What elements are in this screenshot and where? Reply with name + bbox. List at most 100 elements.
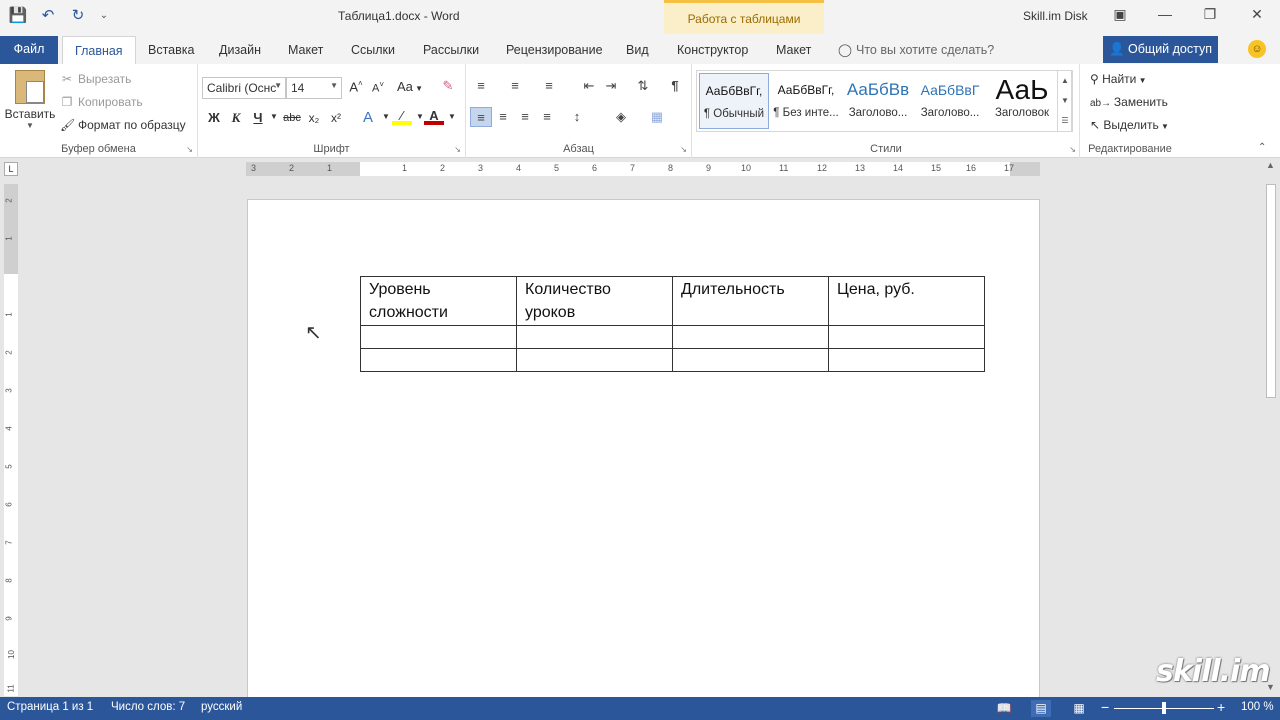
vertical-scrollbar[interactable]: ▲ ▼ — [1262, 158, 1280, 696]
word-count[interactable]: Число слов: 7 — [111, 701, 185, 713]
ruler-number: 11 — [6, 684, 16, 693]
font-name-select[interactable]: Calibri (Оснс ▼ — [202, 77, 286, 99]
zoom-level[interactable]: 100 % — [1241, 701, 1274, 713]
web-layout-icon[interactable]: ▦ — [1069, 700, 1089, 717]
change-case-button[interactable]: Aa ▼ — [396, 79, 424, 94]
align-left-icon[interactable]: ≡ — [470, 107, 492, 127]
tab-mailings[interactable]: Рассылки — [421, 38, 481, 64]
table-cell[interactable] — [516, 348, 673, 372]
close-icon[interactable]: ✕ — [1247, 6, 1267, 23]
text-effects-button[interactable]: A — [358, 109, 378, 126]
tab-references[interactable]: Ссылки — [349, 38, 397, 64]
table-cell[interactable] — [828, 325, 985, 349]
font-color-button[interactable]: A — [424, 108, 444, 125]
tab-file[interactable]: Файл — [0, 36, 58, 64]
subscript-button[interactable]: x₂ — [304, 111, 324, 125]
ribbon-display-options-icon[interactable]: ▣ — [1110, 6, 1130, 23]
tab-view[interactable]: Вид — [624, 38, 651, 64]
table-cell[interactable] — [360, 348, 517, 372]
tab-review[interactable]: Рецензирование — [504, 38, 605, 64]
strikethrough-button[interactable]: abc — [282, 112, 302, 124]
table-cell[interactable] — [360, 325, 517, 349]
italic-button[interactable]: К — [226, 110, 246, 126]
grow-font-button[interactable]: A˄ — [346, 79, 366, 94]
table-cell[interactable] — [516, 325, 673, 349]
tab-home[interactable]: Главная — [62, 36, 136, 65]
table-row — [360, 325, 985, 349]
feedback-smiley-icon[interactable]: ☺ — [1248, 40, 1266, 58]
zoom-out-icon[interactable]: − — [1101, 699, 1109, 715]
dialog-launcher-icon[interactable]: ↘ — [186, 145, 193, 154]
styles-group-label: Стили — [870, 143, 902, 155]
scroll-up-icon[interactable]: ▲ — [1266, 160, 1275, 170]
save-icon[interactable]: 💾 — [8, 6, 28, 24]
tab-table-layout[interactable]: Макет — [774, 38, 813, 64]
sort-icon[interactable]: ⇅ — [632, 76, 654, 96]
paintbrush-icon: 🖌 — [60, 118, 76, 132]
align-right-icon[interactable]: ≡ — [514, 107, 536, 127]
share-button[interactable]: 👤 Общий доступ — [1103, 36, 1218, 63]
restore-icon[interactable]: ❐ — [1200, 6, 1220, 23]
undo-icon[interactable]: ↶ — [38, 6, 58, 24]
paste-button[interactable]: Вставить ▼ — [4, 70, 56, 130]
print-layout-icon[interactable]: ▤ — [1031, 700, 1051, 717]
chevron-down-icon[interactable]: ▼ — [264, 112, 284, 121]
dialog-launcher-icon[interactable]: ↘ — [680, 145, 687, 154]
tab-table-design[interactable]: Конструктор — [675, 38, 750, 64]
tab-layout[interactable]: Макет — [286, 38, 325, 64]
scrollbar-thumb[interactable] — [1266, 184, 1276, 398]
vertical-ruler[interactable]: 2 1 1 2 3 4 5 6 7 8 9 10 11 — [4, 184, 18, 696]
align-center-icon[interactable]: ≡ — [492, 107, 514, 127]
table-cell[interactable]: Цена, руб. — [828, 276, 985, 326]
dialog-launcher-icon[interactable]: ↘ — [454, 145, 461, 154]
table-cell[interactable] — [672, 348, 829, 372]
zoom-in-icon[interactable]: + — [1217, 699, 1225, 715]
format-painter-button[interactable]: 🖌 Формат по образцу — [60, 118, 186, 132]
language-indicator[interactable]: русский — [201, 701, 242, 713]
borders-icon[interactable]: ▦ — [646, 107, 668, 127]
customize-icon[interactable]: ⌄ — [98, 10, 110, 21]
account-label[interactable]: Skill.im Disk — [1023, 9, 1088, 23]
ruler-number: 7 — [630, 163, 636, 173]
zoom-slider-thumb[interactable] — [1162, 702, 1166, 714]
tell-me-search[interactable]: ◯ Что вы хотите сделать? — [838, 42, 994, 57]
table-cell[interactable]: Уровень сложности — [360, 276, 517, 326]
increase-indent-icon[interactable]: ⇥ — [600, 76, 622, 96]
show-formatting-marks-icon[interactable]: ¶ — [664, 76, 686, 96]
document-table[interactable]: Уровень сложности Количество уроков Длит… — [360, 276, 985, 372]
share-label: Общий доступ — [1128, 42, 1213, 56]
scissors-icon: ✂ — [61, 72, 73, 86]
shading-icon[interactable]: ◈ — [610, 107, 632, 127]
table-cell[interactable]: Длительность — [672, 276, 829, 326]
table-cell[interactable]: Количество уроков — [516, 276, 673, 326]
table-cell[interactable] — [828, 348, 985, 372]
clear-formatting-icon[interactable]: ✎ — [438, 78, 458, 94]
tab-selector-icon[interactable]: L — [4, 162, 18, 176]
font-size-select[interactable]: 14 ▼ — [286, 77, 342, 99]
justify-icon[interactable]: ≡ — [536, 107, 558, 127]
table-cell[interactable] — [672, 325, 829, 349]
numbering-icon[interactable]: ≡ — [504, 76, 526, 96]
read-mode-icon[interactable]: 📖 — [994, 700, 1014, 717]
chevron-down-icon[interactable]: ▼ — [442, 112, 462, 121]
bullets-icon[interactable]: ≡ — [470, 76, 492, 96]
minimize-icon[interactable]: — — [1155, 6, 1175, 22]
line-spacing-icon[interactable]: ↕ — [566, 107, 588, 127]
cut-button[interactable]: ✂ Вырезать — [60, 72, 131, 86]
decrease-indent-icon[interactable]: ⇤ — [578, 76, 600, 96]
document-page[interactable]: Уровень сложности Количество уроков Длит… — [247, 199, 1040, 709]
page-count[interactable]: Страница 1 из 1 — [7, 701, 93, 713]
title-bar: 💾 ↶ ↻ ⌄ Таблица1.docx - Word Работа с та… — [0, 0, 1280, 34]
horizontal-ruler[interactable]: 3 2 1 1 2 3 4 5 6 7 8 9 10 11 12 13 14 1… — [246, 162, 1040, 176]
highlight-color-button[interactable]: ∕ — [392, 108, 412, 125]
superscript-button[interactable]: x² — [326, 111, 346, 125]
multilevel-list-icon[interactable]: ≡ — [538, 76, 560, 96]
tab-design[interactable]: Дизайн — [217, 38, 263, 64]
shrink-font-button[interactable]: A˅ — [368, 80, 388, 95]
tab-insert[interactable]: Вставка — [146, 38, 196, 64]
copy-button[interactable]: ❐ Копировать — [60, 95, 143, 109]
collapse-ribbon-icon[interactable]: ⌃ — [1258, 142, 1266, 153]
redo-icon[interactable]: ↻ — [68, 6, 88, 24]
dialog-launcher-icon[interactable]: ↘ — [1069, 145, 1076, 154]
bold-button[interactable]: Ж — [204, 110, 224, 125]
